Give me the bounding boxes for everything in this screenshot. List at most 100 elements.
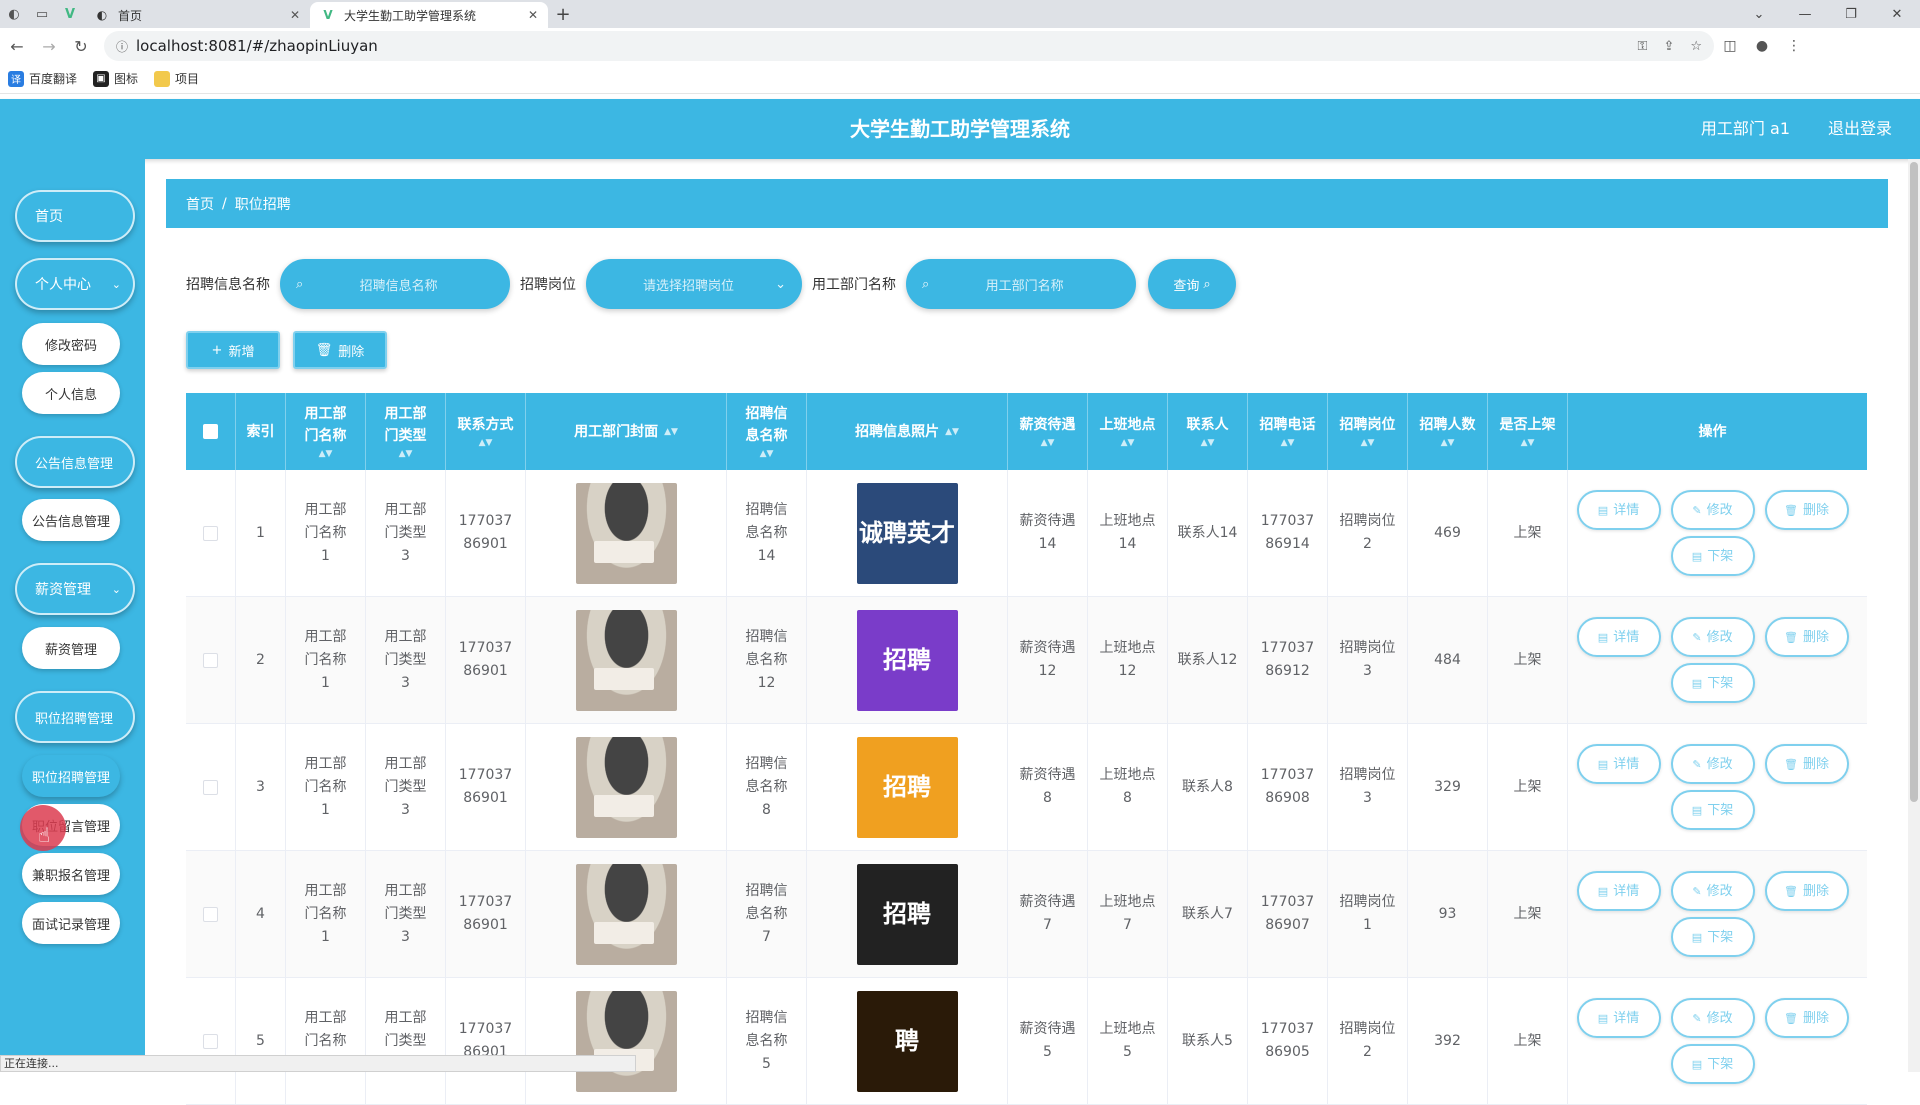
tab-system[interactable]: V 大学生勤工助学管理系统 ✕	[310, 2, 548, 28]
header-listed[interactable]: 是否上架 ▲▼	[1488, 393, 1568, 470]
sidebar-item-interview-records[interactable]: 面试记录管理	[22, 902, 120, 944]
dept-cover-image[interactable]	[575, 863, 677, 965]
close-icon[interactable]: ✕	[528, 8, 538, 22]
sort-icon[interactable]: ▲▼	[1441, 436, 1455, 450]
blank-tab-icon[interactable]: ▭	[28, 0, 56, 28]
sort-icon[interactable]: ▲▼	[664, 425, 678, 439]
header-count[interactable]: 招聘人数 ▲▼	[1408, 393, 1488, 470]
header-dept-type[interactable]: 用工部门类型 ▲▼	[366, 393, 446, 470]
close-window-icon[interactable]: ✕	[1874, 0, 1920, 28]
tab-search-icon[interactable]: ⌄	[1736, 0, 1782, 28]
sidebar-item-notice-group[interactable]: 公告信息管理	[15, 436, 135, 488]
detail-button[interactable]: ▤ 详情	[1576, 871, 1661, 911]
header-phone[interactable]: 招聘电话 ▲▼	[1248, 393, 1328, 470]
edit-button[interactable]: ✎ 修改	[1670, 871, 1755, 911]
dept-cover-image[interactable]	[575, 482, 677, 584]
sidebar-item-change-password[interactable]: 修改密码	[22, 323, 120, 365]
star-icon[interactable]: ☆	[1690, 39, 1702, 54]
row-checkbox[interactable]	[203, 906, 218, 922]
dept-cover-image[interactable]	[575, 736, 677, 838]
delete-button[interactable]: 🗑 删除	[1764, 490, 1849, 530]
recruit-poster-image[interactable]: 招聘	[856, 736, 958, 838]
sort-icon[interactable]: ▲▼	[760, 447, 774, 461]
sort-icon[interactable]: ▲▼	[945, 425, 959, 439]
sidebar-item-personal[interactable]: 个人中心 ⌄	[15, 258, 135, 310]
bookmark-baidu-translate[interactable]: 译 百度翻译	[8, 70, 77, 87]
detail-button[interactable]: ▤ 详情	[1576, 998, 1661, 1038]
offline-button[interactable]: ▤ 下架	[1670, 663, 1755, 703]
forward-icon[interactable]: →	[34, 31, 64, 61]
offline-button[interactable]: ▤ 下架	[1670, 1044, 1755, 1084]
bookmark-icons[interactable]: ▣ 图标	[93, 70, 138, 87]
sidebar-item-job-manage[interactable]: 职位招聘管理	[22, 755, 120, 797]
sort-icon[interactable]: ▲▼	[1121, 436, 1135, 450]
tab-home[interactable]: ◐ 首页 ✕	[84, 2, 310, 28]
header-dept-name[interactable]: 用工部门名称 ▲▼	[286, 393, 366, 470]
sidebar-item-job-group[interactable]: 职位招聘管理	[15, 691, 135, 743]
sort-icon[interactable]: ▲▼	[1041, 436, 1055, 450]
sort-icon[interactable]: ▲▼	[1281, 436, 1295, 450]
dept-name-input[interactable]: ⌕ 用工部门名称	[906, 259, 1136, 309]
edit-button[interactable]: ✎ 修改	[1670, 617, 1755, 657]
page-scrollbar-thumb[interactable]	[1910, 162, 1918, 802]
select-all-checkbox[interactable]	[203, 424, 218, 439]
sort-icon[interactable]: ▲▼	[1521, 436, 1535, 450]
globe-icon[interactable]: ◐	[0, 0, 28, 28]
delete-button[interactable]: 🗑 删除	[1764, 617, 1849, 657]
delete-button[interactable]: 🗑 删除	[1764, 871, 1849, 911]
delete-button[interactable]: 🗑 删除	[1764, 998, 1849, 1038]
sidebar-item-salary-group[interactable]: 薪资管理 ⌄	[15, 563, 135, 615]
header-dept-cover[interactable]: 用工部门封面 ▲▼	[526, 393, 727, 470]
url-text[interactable]: localhost:8081/#/zhaopinLiuyan	[136, 37, 1622, 55]
recruit-poster-image[interactable]: 招聘	[856, 863, 958, 965]
new-tab-icon[interactable]: +	[548, 0, 578, 28]
offline-button[interactable]: ▤ 下架	[1670, 536, 1755, 576]
sidebar-item-salary-manage[interactable]: 薪资管理	[22, 627, 120, 669]
header-location[interactable]: 上班地点 ▲▼	[1088, 393, 1168, 470]
breadcrumb-home[interactable]: 首页	[186, 194, 214, 214]
sidepanel-icon[interactable]: ◫	[1714, 38, 1746, 54]
sort-icon[interactable]: ▲▼	[399, 447, 413, 461]
logout-link[interactable]: 退出登录	[1828, 99, 1892, 159]
row-checkbox[interactable]	[203, 525, 218, 541]
dept-cover-image[interactable]	[575, 609, 677, 711]
row-checkbox[interactable]	[203, 779, 218, 795]
edit-button[interactable]: ✎ 修改	[1670, 490, 1755, 530]
recruit-poster-image[interactable]: 聘	[856, 990, 958, 1092]
header-contact-person[interactable]: 联系人 ▲▼	[1168, 393, 1248, 470]
profile-icon[interactable]: ●	[1746, 38, 1778, 54]
share-icon[interactable]: ⇪	[1663, 39, 1674, 54]
sort-icon[interactable]: ▲▼	[1201, 436, 1215, 450]
offline-button[interactable]: ▤ 下架	[1670, 917, 1755, 957]
header-post[interactable]: 招聘岗位 ▲▼	[1328, 393, 1408, 470]
detail-button[interactable]: ▤ 详情	[1576, 617, 1661, 657]
sort-icon[interactable]: ▲▼	[1361, 436, 1375, 450]
recruit-poster-image[interactable]: 诚聘英才	[856, 482, 958, 584]
sidebar-item-parttime-signup[interactable]: 兼职报名管理	[22, 853, 120, 895]
dept-cover-image[interactable]	[575, 990, 677, 1092]
post-select[interactable]: 请选择招聘岗位 ⌄	[586, 259, 802, 309]
menu-icon[interactable]: ⋮	[1778, 38, 1810, 54]
batch-delete-button[interactable]: 🗑 删除	[293, 331, 387, 369]
row-checkbox[interactable]	[203, 652, 218, 668]
minimize-icon[interactable]: —	[1782, 0, 1828, 28]
edit-button[interactable]: ✎ 修改	[1670, 998, 1755, 1038]
sidebar-item-personal-info[interactable]: 个人信息	[22, 372, 120, 414]
sort-icon[interactable]: ▲▼	[479, 436, 493, 450]
offline-button[interactable]: ▤ 下架	[1670, 790, 1755, 830]
delete-button[interactable]: 🗑 删除	[1764, 744, 1849, 784]
query-button[interactable]: 查询 ⌕	[1148, 259, 1236, 309]
recruit-name-input[interactable]: ⌕ 招聘信息名称	[280, 259, 510, 309]
recruit-poster-image[interactable]: 招聘	[856, 609, 958, 711]
edit-button[interactable]: ✎ 修改	[1670, 744, 1755, 784]
header-info-name[interactable]: 招聘信息名称 ▲▼	[727, 393, 807, 470]
header-info-photo[interactable]: 招聘信息照片 ▲▼	[807, 393, 1008, 470]
detail-button[interactable]: ▤ 详情	[1576, 490, 1661, 530]
key-icon[interactable]: ⚿	[1638, 39, 1648, 54]
sidebar-item-notice-manage[interactable]: 公告信息管理	[22, 499, 120, 541]
address-bar[interactable]: ⓘ localhost:8081/#/zhaopinLiuyan ⚿ ⇪ ☆	[104, 31, 1714, 61]
row-checkbox[interactable]	[203, 1033, 218, 1049]
detail-button[interactable]: ▤ 详情	[1576, 744, 1661, 784]
header-salary[interactable]: 薪资待遇 ▲▼	[1008, 393, 1088, 470]
info-icon[interactable]: ⓘ	[116, 38, 128, 55]
